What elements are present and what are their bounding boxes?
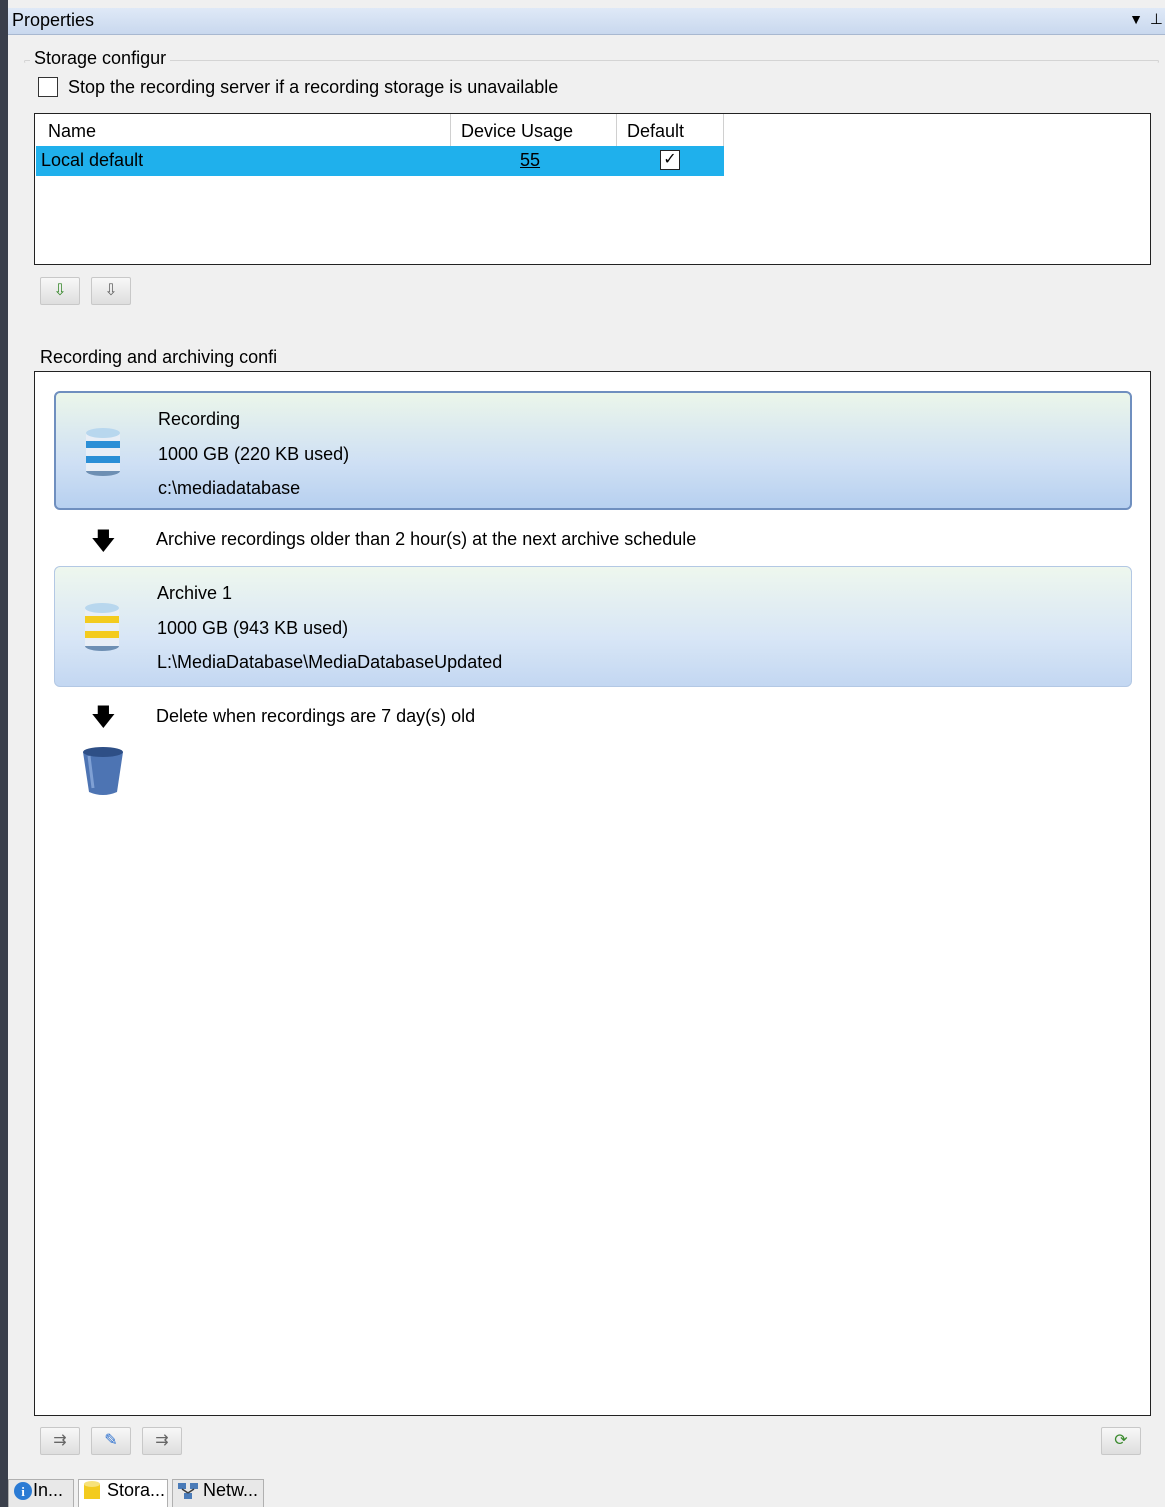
flow-arrow-icon: 🡇: [91, 528, 116, 555]
storage-group-label: Storage configur: [30, 48, 171, 69]
refresh-icon: ⟳: [1114, 1432, 1128, 1449]
remove-archive-button[interactable]: ⇉: [142, 1427, 182, 1455]
archive-path: L:\MediaDatabase\MediaDatabaseUpdated: [157, 652, 503, 672]
table-row[interactable]: Local default 55 ✓: [36, 146, 724, 176]
flow-arrow-icon: 🡇: [91, 704, 116, 731]
delete-rule-text: Delete when recordings are 7 day(s) old: [156, 706, 476, 726]
svg-text:i: i: [21, 1484, 25, 1499]
add-storage-icon: ⇩: [53, 282, 67, 299]
stop-server-checkbox[interactable]: [38, 77, 58, 97]
archive-rule-text: Archive recordings older than 2 hour(s) …: [156, 529, 697, 549]
archive-database-icon: [85, 603, 119, 651]
refresh-button[interactable]: ⟳: [1101, 1427, 1141, 1455]
cell-name: Local default: [41, 150, 144, 170]
recording-title: Recording: [158, 409, 241, 429]
database-icon: [86, 428, 120, 476]
recording-path: c:\mediadatabase: [158, 478, 301, 498]
tab-storage[interactable]: Stora...: [78, 1479, 168, 1507]
column-header-name[interactable]: Name: [48, 121, 96, 142]
recording-archiving-panel: Recording 1000 GB (220 KB used) c:\media…: [34, 371, 1151, 1416]
edit-archive-icon: ✎: [104, 1432, 118, 1449]
info-icon: i: [14, 1482, 32, 1501]
dropdown-arrow-icon[interactable]: ▼: [1129, 11, 1143, 27]
remove-storage-icon: ⇩: [104, 282, 118, 299]
archive-storage-card[interactable]: Archive 1 1000 GB (943 KB used) L:\Media…: [54, 566, 1132, 687]
tab-storage-label: Stora...: [107, 1480, 166, 1500]
remove-storage-button[interactable]: ⇩: [91, 277, 131, 305]
archive-size: 1000 GB (943 KB used): [157, 618, 349, 638]
properties-title-bar: Properties ▼ ⊥: [8, 8, 1165, 35]
recording-group-label: Recording and archiving confi: [36, 347, 282, 368]
tab-info[interactable]: i In...: [8, 1479, 74, 1507]
window-left-edge: [0, 0, 8, 1507]
storage-icon: [84, 1481, 100, 1500]
add-archive-icon: ⇉: [53, 1432, 67, 1449]
recording-storage-card[interactable]: Recording 1000 GB (220 KB used) c:\media…: [54, 391, 1132, 510]
edit-archive-button[interactable]: ✎: [91, 1427, 131, 1455]
tab-network[interactable]: Netw...: [172, 1479, 264, 1507]
column-header-device-usage[interactable]: Device Usage: [461, 121, 573, 142]
trash-bin-icon: [83, 747, 123, 795]
storage-group-frame: [24, 60, 1159, 63]
default-checkbox[interactable]: ✓: [660, 150, 680, 170]
storage-table: Name Device Usage Default Local default …: [34, 113, 1151, 265]
archive-title: Archive 1: [157, 583, 233, 603]
remove-archive-icon: ⇉: [155, 1432, 169, 1449]
stop-server-checkbox-label[interactable]: Stop the recording server if a recording…: [68, 77, 558, 98]
tab-info-label: In...: [33, 1480, 64, 1500]
column-header-default[interactable]: Default: [627, 121, 684, 142]
network-icon: [178, 1483, 198, 1500]
window-title: Properties: [12, 10, 95, 30]
recording-size: 1000 GB (220 KB used): [158, 444, 350, 464]
add-storage-button[interactable]: ⇩: [40, 277, 80, 305]
cell-device-usage-link[interactable]: 55: [520, 150, 540, 171]
pin-icon[interactable]: ⊥: [1150, 10, 1163, 28]
add-archive-button[interactable]: ⇉: [40, 1427, 80, 1455]
tab-network-label: Netw...: [203, 1480, 259, 1500]
